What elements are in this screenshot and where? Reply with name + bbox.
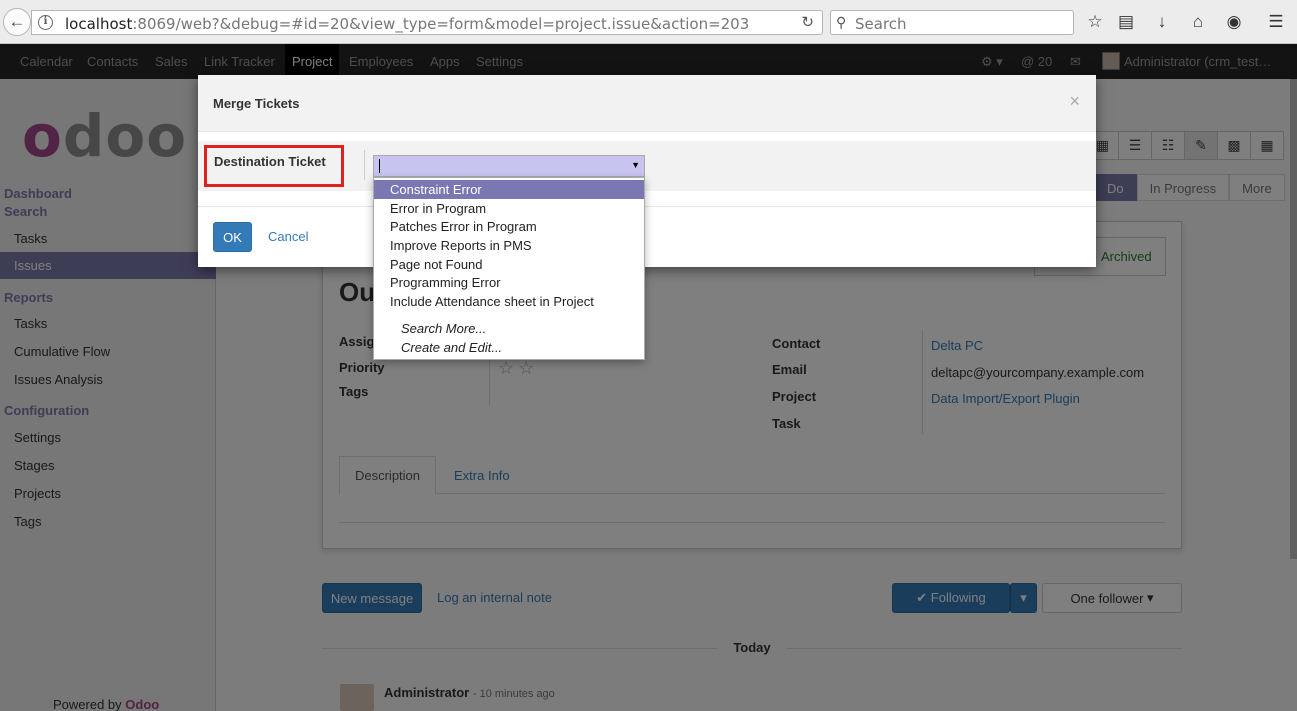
back-icon[interactable]: ←	[3, 8, 31, 36]
dropdown-option[interactable]: Patches Error in Program	[374, 217, 644, 236]
download-icon[interactable]: ↓	[1151, 11, 1173, 33]
dropdown-option[interactable]: Page not Found	[374, 255, 644, 274]
home-icon[interactable]: ⌂	[1187, 11, 1209, 33]
reading-list-icon[interactable]: ▤	[1115, 11, 1137, 33]
ok-button[interactable]: OK	[213, 222, 252, 252]
close-icon[interactable]: ×	[1069, 91, 1080, 112]
dropdown-arrow-icon[interactable]: ▼	[631, 160, 640, 170]
reload-icon[interactable]: ↻	[801, 13, 814, 31]
dropdown-option[interactable]: Error in Program	[374, 199, 644, 218]
url-path: :8069/web?&debug=#id=20&view_type=form&m…	[132, 15, 750, 33]
text-cursor	[379, 159, 380, 173]
field-divider	[364, 150, 365, 180]
modal-footer-divider	[198, 206, 1096, 207]
menu-icon[interactable]: ☰	[1265, 11, 1287, 33]
autocomplete-dropdown: Constraint Error Error in Program Patche…	[373, 177, 645, 360]
destination-ticket-input[interactable]: ▼	[373, 155, 645, 177]
search-more-option[interactable]: Search More...	[401, 321, 486, 336]
dropdown-option[interactable]: Include Attendance sheet in Project	[374, 292, 644, 311]
search-placeholder: Search	[855, 15, 907, 33]
url-text: localhost:8069/web?&debug=#id=20&view_ty…	[65, 15, 749, 33]
browser-search-input[interactable]: ⚲ Search	[830, 10, 1074, 35]
pocket-icon[interactable]: ◉	[1223, 11, 1245, 33]
dropdown-option[interactable]: Improve Reports in PMS	[374, 236, 644, 255]
bookmark-star-icon[interactable]: ☆	[1084, 11, 1106, 33]
address-bar[interactable]: i localhost:8069/web?&debug=#id=20&view_…	[31, 10, 823, 35]
modal-title: Merge Tickets	[213, 96, 300, 111]
create-and-edit-option[interactable]: Create and Edit...	[401, 340, 502, 355]
cancel-button[interactable]: Cancel	[268, 229, 308, 244]
modal-header: Merge Tickets ×	[198, 75, 1096, 132]
dropdown-option[interactable]: Programming Error	[374, 273, 644, 292]
browser-toolbar: ← i localhost:8069/web?&debug=#id=20&vie…	[0, 0, 1297, 44]
destination-ticket-label: Destination Ticket	[214, 154, 326, 169]
url-host: localhost	[65, 15, 133, 33]
dropdown-option[interactable]: Constraint Error	[374, 180, 644, 199]
info-icon[interactable]: i	[38, 15, 53, 30]
search-icon: ⚲	[836, 14, 847, 30]
